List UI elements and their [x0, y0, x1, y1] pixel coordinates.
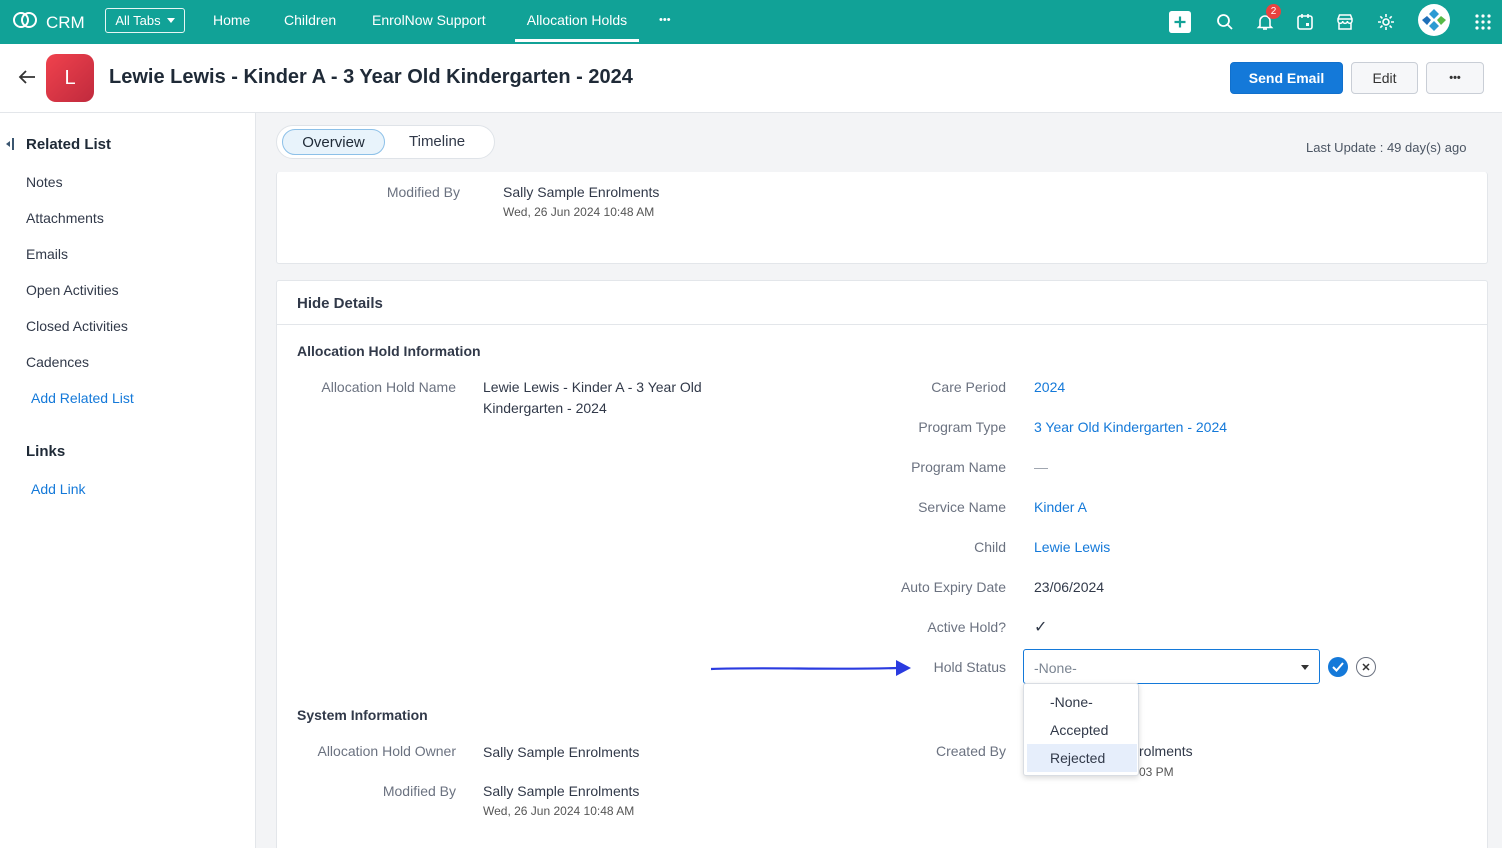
view-tabs: Overview Timeline [276, 125, 495, 159]
settings-button[interactable] [1375, 11, 1397, 33]
user-profile-avatar[interactable] [1418, 4, 1450, 36]
record-avatar: L [46, 54, 94, 102]
sidebar-item-closed-activities[interactable]: Closed Activities [26, 318, 128, 334]
caret-down-icon [1301, 665, 1309, 670]
modified-by-label: Modified By [386, 184, 460, 200]
system-modified-by-label: Modified By [382, 783, 456, 799]
more-actions-button[interactable]: ••• [1426, 62, 1484, 94]
back-button[interactable] [17, 67, 37, 92]
hold-status-option-rejected[interactable]: Rejected [1027, 744, 1137, 772]
allocation-hold-name-label: Allocation Hold Name [321, 379, 456, 395]
search-button[interactable] [1214, 11, 1236, 33]
care-period-link[interactable]: 2024 [1034, 379, 1065, 395]
profile-logo-icon [1422, 9, 1446, 31]
caret-down-icon [166, 18, 175, 23]
related-list-sidebar: Related List Notes Attachments Emails Op… [0, 113, 256, 848]
system-modified-time: Wed, 26 Jun 2024 10:48 AM [483, 804, 635, 818]
links-heading: Links [26, 443, 66, 460]
allocation-hold-name-line1: Lewie Lewis - Kinder A - 3 Year Old [483, 379, 702, 395]
store-icon [1337, 14, 1353, 30]
auto-expiry-date-value: 23/06/2024 [1034, 579, 1105, 595]
hold-status-options-list: -None- Accepted Rejected [1023, 683, 1139, 776]
save-field-button[interactable] [1328, 657, 1348, 677]
sidebar-item-open-activities[interactable]: Open Activities [26, 282, 119, 298]
program-name-value: — [1034, 459, 1048, 475]
program-name-label: Program Name [911, 459, 1006, 475]
hold-status-selected-value: -None- [1034, 660, 1077, 676]
record-header: L Lewie Lewis - Kinder A - 3 Year Old Ki… [0, 44, 1502, 113]
details-card-header [277, 281, 1487, 325]
nav-tab-children[interactable]: Children [284, 12, 336, 28]
active-hold-checkmark: ✓ [1034, 619, 1048, 636]
system-info-heading: System Information [297, 707, 428, 723]
plus-icon [1169, 11, 1191, 33]
modified-by-value: Sally Sample Enrolments [503, 184, 660, 200]
nav-tab-allocation-holds[interactable]: Allocation Holds [515, 12, 639, 42]
crm-logo-icon [12, 10, 38, 35]
tab-overview[interactable]: Overview [282, 129, 385, 155]
service-name-label: Service Name [918, 499, 1006, 515]
brand-label: CRM [46, 12, 85, 32]
related-list-heading: Related List [26, 136, 112, 153]
grid-icon [1475, 14, 1491, 30]
system-modified-by-value: Sally Sample Enrolments [483, 783, 640, 799]
created-by-value: rolments [1139, 743, 1193, 759]
allocation-hold-owner-label: Allocation Hold Owner [317, 743, 456, 759]
hold-status-option-none[interactable]: -None- [1027, 688, 1137, 716]
calendar-button[interactable] [1294, 11, 1316, 33]
calendar-icon [1297, 14, 1313, 30]
program-type-link[interactable]: 3 Year Old Kindergarten - 2024 [1034, 419, 1227, 435]
details-card: Hide Details Allocation Hold Information… [276, 280, 1488, 848]
gear-icon [1378, 14, 1394, 30]
service-name-link[interactable]: Kinder A [1034, 499, 1087, 515]
hold-status-select[interactable]: -None- [1023, 649, 1320, 684]
create-new-button[interactable] [1169, 11, 1191, 33]
app-launcher-button[interactable] [1472, 11, 1494, 33]
all-tabs-dropdown[interactable]: All Tabs [105, 8, 185, 33]
allocation-hold-owner-value: Sally Sample Enrolments [483, 744, 640, 760]
active-hold-label: Active Hold? [927, 619, 1006, 635]
modified-time: Wed, 26 Jun 2024 10:48 AM [503, 205, 655, 219]
nav-tab-enrolnow-support[interactable]: EnrolNow Support [372, 12, 486, 28]
add-related-list-link[interactable]: Add Related List [31, 390, 134, 406]
sidebar-item-emails[interactable]: Emails [26, 246, 68, 262]
crm-logo[interactable]: CRM [12, 10, 85, 35]
tab-timeline[interactable]: Timeline [409, 133, 465, 150]
all-tabs-label: All Tabs [115, 13, 161, 28]
auto-expiry-date-label: Auto Expiry Date [900, 579, 1006, 595]
program-type-label: Program Type [918, 419, 1006, 435]
marketplace-button[interactable] [1334, 11, 1356, 33]
hold-status-option-accepted[interactable]: Accepted [1027, 716, 1137, 744]
collapse-sidebar-icon[interactable] [5, 136, 15, 157]
allocation-hold-info-heading: Allocation Hold Information [297, 343, 481, 359]
care-period-label: Care Period [931, 379, 1006, 395]
summary-card: Modified By Sally Sample Enrolments Wed,… [276, 172, 1488, 264]
sidebar-item-notes[interactable]: Notes [26, 174, 63, 190]
arrow-left-icon [18, 70, 35, 84]
top-navigation-bar: CRM All Tabs Home Children EnrolNow Supp… [0, 0, 1502, 44]
created-time: 03 PM [1139, 765, 1174, 779]
cancel-field-button[interactable] [1356, 657, 1376, 677]
allocation-hold-name-line2: Kindergarten - 2024 [483, 400, 607, 416]
sidebar-item-attachments[interactable]: Attachments [26, 210, 104, 226]
notification-count-badge: 2 [1266, 4, 1281, 19]
sidebar-item-cadences[interactable]: Cadences [26, 354, 89, 370]
nav-tab-home[interactable]: Home [213, 12, 250, 28]
last-update-text: Last Update : 49 day(s) ago [1306, 140, 1467, 155]
close-icon [1362, 663, 1370, 671]
record-title: Lewie Lewis - Kinder A - 3 Year Old Kind… [109, 66, 633, 88]
add-link-link[interactable]: Add Link [31, 481, 85, 497]
hide-details-toggle[interactable]: Hide Details [297, 295, 383, 312]
more-tabs-button[interactable]: ••• [659, 14, 671, 26]
created-by-label: Created By [935, 743, 1006, 759]
check-icon [1332, 662, 1344, 672]
child-label: Child [974, 539, 1006, 555]
edit-button[interactable]: Edit [1351, 62, 1418, 94]
send-email-button[interactable]: Send Email [1230, 62, 1343, 94]
search-icon [1217, 14, 1233, 30]
child-link[interactable]: Lewie Lewis [1034, 539, 1110, 555]
annotation-arrow [710, 660, 911, 676]
